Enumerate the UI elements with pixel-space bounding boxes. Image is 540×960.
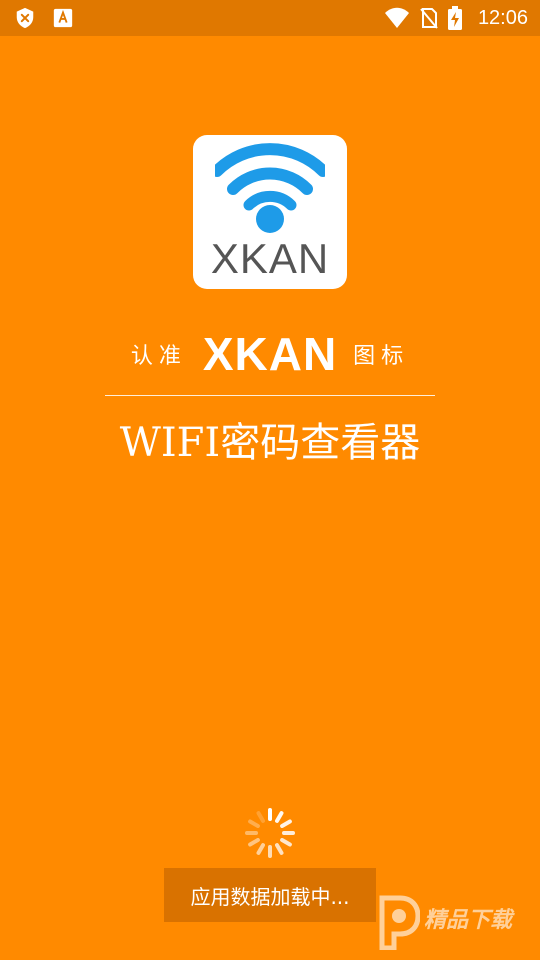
watermark-logo-icon xyxy=(379,895,420,950)
tagline: 认准 XKAN 图标 xyxy=(105,328,435,380)
shield-x-icon xyxy=(16,7,34,29)
font-a-icon xyxy=(53,8,73,28)
tagline-brand: XKAN xyxy=(202,328,338,380)
wifi-icon xyxy=(215,143,325,233)
wifi-icon xyxy=(384,7,409,28)
status-bar: 12:06 xyxy=(0,0,540,36)
divider xyxy=(105,395,435,396)
watermark: 精品下载 xyxy=(372,894,532,950)
tagline-right: 图标 xyxy=(353,344,410,369)
battery-charging-icon xyxy=(447,6,462,30)
tagline-left: 认准 xyxy=(130,344,187,369)
app-logo: XKAN xyxy=(193,135,347,289)
loading-text: 应用数据加载中... xyxy=(190,884,350,909)
status-time: 12:06 xyxy=(477,6,528,29)
status-bar-right: 12:06 xyxy=(384,6,528,30)
page-title: WIFI密码查看器 xyxy=(119,420,421,466)
logo-text: XKAN xyxy=(210,235,330,282)
loading-spinner-icon xyxy=(245,808,295,858)
watermark-text: 精品下载 xyxy=(424,908,513,933)
loading-message: 应用数据加载中... xyxy=(164,868,376,922)
no-sim-icon xyxy=(420,8,438,29)
status-bar-left xyxy=(14,7,74,29)
